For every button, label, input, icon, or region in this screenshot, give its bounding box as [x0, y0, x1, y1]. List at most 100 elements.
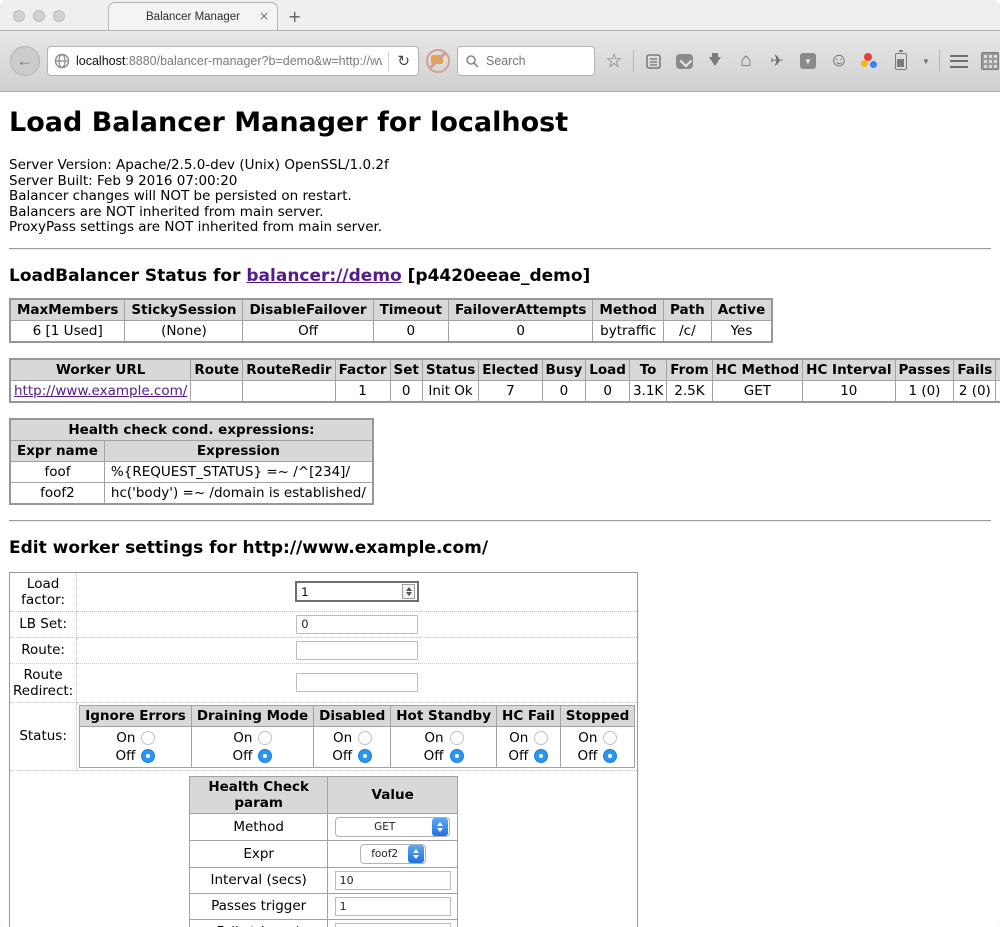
tab-close-icon[interactable]: × — [259, 9, 269, 23]
send-to-device-button[interactable]: ✈ — [765, 48, 789, 74]
reading-list-button[interactable] — [641, 48, 665, 74]
lb-set-input[interactable] — [296, 615, 418, 634]
disabled-on-radio[interactable] — [358, 731, 372, 745]
method-label: Method — [190, 813, 328, 840]
addon-download-button[interactable]: ▼ — [796, 48, 820, 74]
url-bar[interactable]: localhost:8880/balancer-manager?b=demo&w… — [47, 46, 419, 76]
ignore-errors-off-radio[interactable] — [141, 749, 155, 763]
fails-trigger-label: Fails trigger) — [190, 919, 328, 927]
failoverattempts-cell: 0 — [449, 320, 593, 342]
tab-title: Balancer Manager — [146, 11, 240, 23]
search-bar[interactable] — [457, 46, 595, 76]
worker-url-link[interactable]: http://www.example.com/ — [14, 383, 187, 399]
column-header: Hot Standby — [391, 705, 497, 726]
bookmark-star-button[interactable]: ☆ — [602, 48, 626, 74]
interval-input[interactable] — [335, 871, 451, 890]
loadbalancer-status-heading: LoadBalancer Status for balancer://demo … — [9, 266, 991, 286]
stopped-radios: On Off — [560, 726, 635, 767]
grid-extension-button[interactable] — [978, 48, 1000, 74]
off-label: Off — [508, 748, 528, 764]
feedback-button[interactable]: ☺ — [827, 48, 851, 74]
disabled-radios: On Off — [314, 726, 391, 767]
column-header: FailoverAttempts — [449, 299, 593, 321]
hot-standby-on-radio[interactable] — [450, 731, 464, 745]
hc-fail-off-radio[interactable] — [534, 749, 548, 763]
stopped-off-radio[interactable] — [603, 749, 617, 763]
stopped-on-radio[interactable] — [603, 731, 617, 745]
hot-standby-off-radio[interactable] — [450, 749, 464, 763]
table-row: Fails trigger) — [190, 919, 458, 927]
load-factor-input[interactable] — [299, 584, 402, 600]
column-header: Health Check param — [190, 776, 328, 813]
disabled-off-radio[interactable] — [358, 749, 372, 763]
route-redirect-input[interactable] — [296, 673, 418, 692]
column-header: Elected — [479, 359, 542, 381]
form-row: Route: — [10, 637, 638, 663]
hot-standby-radios: On Off — [391, 726, 497, 767]
url-host: localhost — [76, 54, 125, 68]
back-button[interactable]: ← — [10, 46, 40, 76]
battery-extension-button[interactable] — [889, 48, 913, 74]
column-header: Expression — [104, 440, 373, 461]
balancer-demo-link[interactable]: balancer://demo — [246, 266, 401, 286]
table-row: http://www.example.com/ 1 0 Init Ok 7 0 … — [10, 380, 1000, 402]
passes-trigger-input[interactable] — [335, 897, 451, 916]
zoom-window-button[interactable] — [53, 10, 65, 22]
fails-trigger-input[interactable] — [335, 923, 451, 927]
paper-plane-icon: ✈ — [770, 51, 783, 71]
globe-icon — [54, 53, 70, 69]
url-text[interactable]: localhost:8880/balancer-manager?b=demo&w… — [76, 54, 382, 68]
path-cell: /c/ — [664, 320, 712, 342]
column-header: StickySession — [125, 299, 243, 321]
back-icon: ← — [17, 51, 34, 71]
timeout-cell: 0 — [373, 320, 448, 342]
close-window-button[interactable] — [13, 10, 25, 22]
method-cell: bytraffic — [593, 320, 664, 342]
home-button[interactable]: ⌂ — [734, 48, 758, 74]
ignore-errors-radios: On Off — [80, 726, 192, 767]
table-row: Method GET — [190, 813, 458, 840]
on-label: On — [116, 730, 136, 746]
select-stepper-icon — [408, 845, 424, 863]
ignore-errors-on-radio[interactable] — [141, 731, 155, 745]
toolbar-divider — [633, 50, 634, 72]
new-tab-button[interactable]: + — [288, 7, 301, 26]
titlebar: Balancer Manager × + — [0, 0, 1000, 30]
method-select[interactable]: GET — [335, 817, 450, 837]
table-row: 6 [1 Used] (None) Off 0 0 bytraffic /c/ … — [10, 320, 772, 342]
number-stepper[interactable] — [402, 584, 415, 599]
pocket-icon — [676, 54, 693, 69]
overflow-caret-button[interactable]: ▼ — [920, 48, 932, 74]
set-cell: 0 — [390, 380, 422, 402]
battery-icon — [895, 53, 907, 70]
route-input[interactable] — [296, 641, 418, 660]
column-header: From — [667, 359, 712, 381]
draining-mode-on-radio[interactable] — [258, 731, 272, 745]
url-divider — [388, 51, 389, 71]
menu-button[interactable] — [947, 48, 971, 74]
off-label: Off — [424, 748, 444, 764]
search-input[interactable] — [484, 53, 574, 69]
page-content: Load Balancer Manager for localhost Serv… — [0, 92, 1000, 927]
hc-fail-on-radio[interactable] — [534, 731, 548, 745]
caret-down-icon: ▼ — [922, 57, 930, 66]
divider — [9, 248, 991, 250]
colorful-extension-button[interactable] — [858, 48, 882, 74]
form-row: Route Redirect: — [10, 663, 638, 702]
block-icon[interactable] — [426, 49, 450, 73]
expr-select[interactable]: foof2 — [360, 844, 426, 864]
server-version-line: Server Version: Apache/2.5.0-dev (Unix) … — [9, 158, 991, 174]
edit-worker-heading: Edit worker settings for http://www.exam… — [9, 538, 991, 558]
on-label: On — [578, 730, 598, 746]
column-header: Fails — [954, 359, 996, 381]
minimize-window-button[interactable] — [33, 10, 45, 22]
expression-cell: hc('body') =~ /domain is established/ — [104, 482, 373, 504]
worker-table: Worker URL Route RouteRedir Factor Set S… — [9, 358, 1000, 403]
browser-tab[interactable]: Balancer Manager × — [108, 2, 278, 30]
pocket-button[interactable] — [672, 48, 696, 74]
draining-mode-off-radio[interactable] — [258, 749, 272, 763]
downloads-button[interactable] — [703, 48, 727, 74]
off-label: Off — [233, 748, 253, 764]
reload-button[interactable]: ↻ — [395, 52, 412, 70]
form-row: Health Check param Value Method GET — [10, 770, 638, 927]
